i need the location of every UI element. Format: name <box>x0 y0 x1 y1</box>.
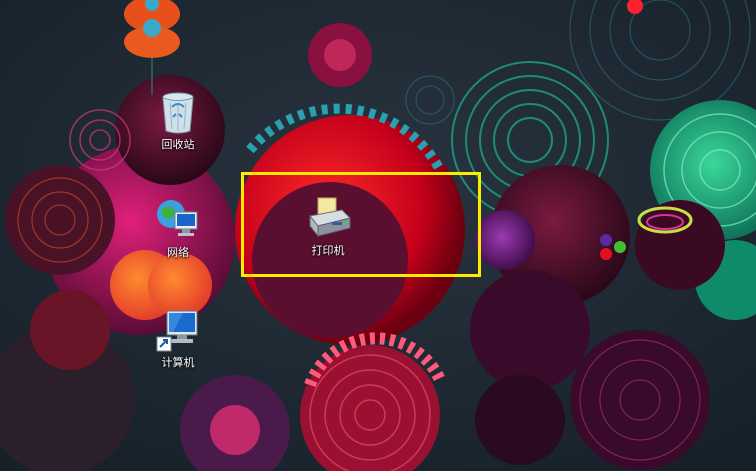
recycle-bin-icon <box>154 88 202 136</box>
desktop-wallpaper <box>0 0 756 471</box>
computer-icon <box>154 306 202 354</box>
network-icon <box>154 196 202 244</box>
desktop-icon-computer[interactable]: 计算机 <box>136 306 220 370</box>
desktop-icon-label: 打印机 <box>311 244 345 257</box>
desktop-icon-printer[interactable]: 打印机 <box>286 194 370 258</box>
printer-icon <box>304 194 352 242</box>
desktop-icon-label: 计算机 <box>161 356 195 369</box>
desktop-icon-label: 网络 <box>167 246 189 259</box>
desktop: 回收站 网络 打印机 计算机 <box>0 0 756 471</box>
desktop-icon-network[interactable]: 网络 <box>136 196 220 260</box>
desktop-icon-label: 回收站 <box>161 138 195 151</box>
desktop-icon-recycle-bin[interactable]: 回收站 <box>136 88 220 152</box>
